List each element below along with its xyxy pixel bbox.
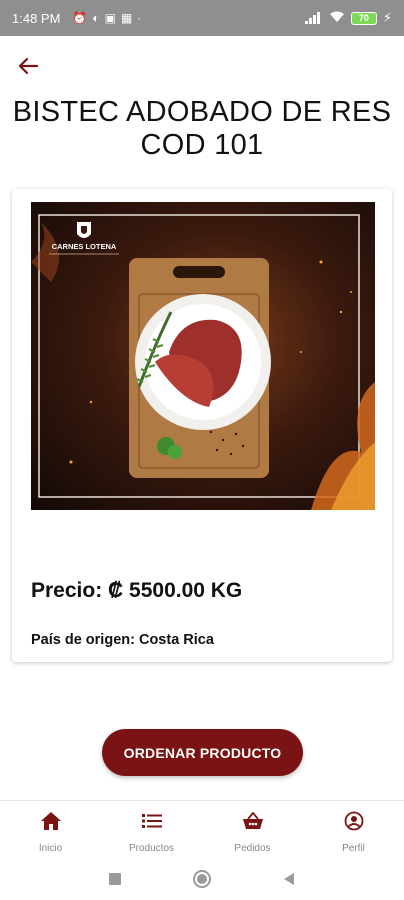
status-left: 1:48 PM ⏰ ◐ ▣ ▦ ·	[12, 11, 141, 26]
dot-icon: ·	[137, 11, 142, 25]
nav-label-productos: Productos	[128, 843, 175, 854]
order-product-button[interactable]: ORDENAR PRODUCTO	[102, 729, 303, 776]
back-button[interactable]	[14, 52, 42, 80]
basket-icon	[242, 810, 264, 832]
data-saver-icon: ◐	[92, 11, 100, 25]
battery-icon: 70	[350, 11, 377, 25]
status-right: 70 ⚡	[304, 10, 392, 26]
back-system-button[interactable]	[282, 872, 296, 886]
square-icon	[109, 873, 121, 885]
product-image: CARNES LOTENA	[31, 202, 375, 510]
nav-label-inicio: Inicio	[38, 843, 63, 854]
status-icons: ⏰ ◐ ▣ ▦ ·	[72, 11, 141, 25]
profile-icon	[343, 810, 365, 832]
battery-level: 70	[358, 13, 369, 23]
home-system-button[interactable]	[192, 869, 212, 889]
qr-icon: ▦	[120, 11, 133, 25]
bottom-nav: Inicio Productos Pedidos Perfil	[0, 800, 404, 858]
charging-icon: ⚡	[382, 10, 392, 25]
nfc-icon: ▣	[104, 11, 116, 25]
nav-item-productos[interactable]: Productos	[101, 801, 202, 858]
arrow-left-icon	[18, 57, 39, 75]
nav-item-pedidos[interactable]: Pedidos	[202, 801, 303, 858]
nav-item-perfil[interactable]: Perfil	[303, 801, 404, 858]
product-card: CARNES LOTENA Precio: ₡ 5500.00 KG País …	[12, 189, 392, 662]
system-nav	[0, 858, 404, 900]
product-price: Precio: ₡ 5500.00 KG	[31, 579, 243, 602]
nav-label-perfil: Perfil	[342, 843, 365, 854]
status-time: 1:48 PM	[12, 10, 61, 26]
image-logo-text: CARNES LOTENA	[52, 242, 117, 251]
status-bar: 1:48 PM ⏰ ◐ ▣ ▦ · 70 ⚡	[0, 0, 404, 36]
alarm-icon: ⏰	[72, 11, 88, 25]
list-icon	[141, 810, 163, 832]
nav-item-inicio[interactable]: Inicio	[0, 801, 101, 858]
signal-icon	[304, 12, 323, 24]
product-origin: País de origen: Costa Rica	[31, 632, 214, 648]
page-title: BISTEC ADOBADO DE RES COD 101	[12, 96, 392, 161]
recents-button[interactable]	[108, 872, 122, 886]
home-icon	[40, 810, 62, 832]
nav-label-pedidos: Pedidos	[234, 843, 271, 854]
wifi-icon	[329, 11, 345, 26]
triangle-back-icon	[284, 873, 294, 885]
circle-icon	[193, 870, 211, 888]
